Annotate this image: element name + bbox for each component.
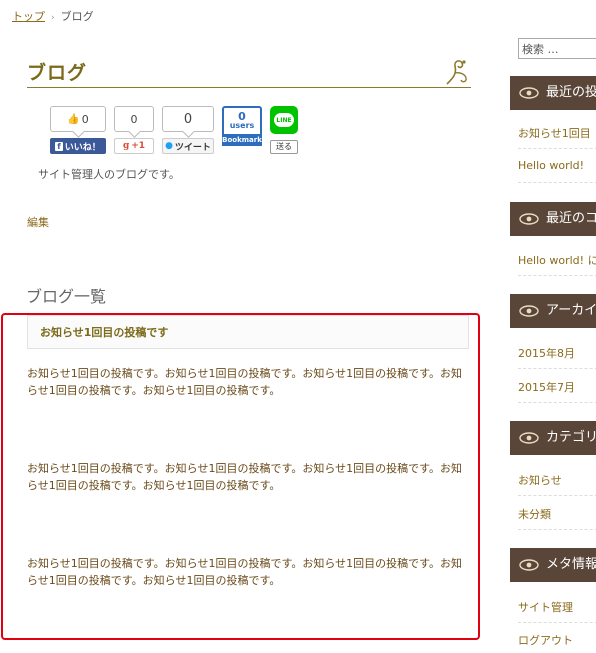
swirl-icon [519, 432, 539, 444]
line-icon[interactable]: LINE [270, 106, 298, 134]
sidebar-item-recent-comment[interactable]: Hello world! に [518, 252, 596, 276]
line-send-button[interactable]: 送る [270, 140, 298, 154]
gplus-count: 0 [114, 106, 154, 132]
facebook-like-button[interactable]: f いいね！ [50, 138, 106, 154]
search-input[interactable] [518, 38, 596, 59]
widget-header-categories: カテゴリ [510, 421, 596, 455]
post-paragraph: お知らせ1回目の投稿です。お知らせ1回目の投稿です。お知らせ1回目の投稿です。お… [27, 367, 463, 397]
post-title-bar: お知らせ1回目の投稿です [27, 315, 469, 349]
swirl-icon [519, 559, 539, 571]
breadcrumb: トップ › ブログ [12, 8, 94, 24]
page-title-bar: ブログ [27, 58, 471, 88]
gplus-icon: g [122, 141, 130, 151]
widget-header-recent-posts: 最近の投 [510, 76, 596, 110]
sidebar-item-meta[interactable]: ログアウト [518, 632, 596, 653]
facebook-icon: f [55, 141, 63, 151]
hatena-bookmark-label: Bookmark [222, 134, 262, 146]
breadcrumb-separator-icon: › [51, 13, 55, 23]
sidebar-item-recent-post[interactable]: Hello world! [518, 159, 596, 183]
sidebar-item-recent-post[interactable]: お知らせ1回目 [518, 125, 596, 149]
sidebar-item-archive[interactable]: 2015年8月 [518, 345, 596, 369]
breadcrumb-current: ブログ [60, 10, 94, 23]
facebook-like-widget: 👍 0 f いいね！ [50, 106, 106, 154]
blog-list-heading: ブログ一覧 [26, 287, 107, 306]
swirl-icon [519, 305, 539, 317]
sidebar-item-category[interactable]: お知らせ [518, 472, 596, 496]
facebook-like-count: 👍 0 [50, 106, 106, 132]
hatena-users-label: users [229, 121, 255, 130]
twitter-widget: 0 ● ツイート [162, 106, 214, 154]
post-paragraph: お知らせ1回目の投稿です。お知らせ1回目の投稿です。お知らせ1回目の投稿です。お… [27, 557, 463, 587]
hatena-bookmark-button[interactable]: 0 users Bookmark [222, 106, 262, 146]
thumbs-up-icon: 👍 [67, 113, 80, 125]
tweet-button[interactable]: ● ツイート [162, 138, 214, 154]
sidebar-item-meta[interactable]: サイト管理 [518, 599, 596, 623]
gplus-button[interactable]: g +1 [114, 138, 154, 154]
swirl-icon [519, 213, 539, 225]
widget-header-meta: メタ情報 [510, 548, 596, 582]
page-title: ブログ [27, 62, 88, 84]
post-title-link[interactable]: お知らせ1回目の投稿です [40, 326, 168, 339]
sidebar-item-category[interactable]: 未分類 [518, 506, 596, 530]
post-paragraph: お知らせ1回目の投稿です。お知らせ1回目の投稿です。お知らせ1回目の投稿です。お… [27, 462, 463, 492]
widget-header-archives: アーカイ [510, 294, 596, 328]
twitter-bird-icon: ● [165, 141, 173, 151]
tweet-count: 0 [162, 106, 214, 132]
swirl-icon [519, 87, 539, 99]
page-description: サイト管理人のブログです。 [38, 168, 180, 181]
gplus-widget: 0 g +1 [114, 106, 154, 154]
sidebar-item-archive[interactable]: 2015年7月 [518, 379, 596, 403]
widget-header-recent-comments: 最近のコ [510, 202, 596, 236]
social-share-bar: 👍 0 f いいね！ 0 g +1 0 ● ツイート 0 users Bookmark … [50, 106, 310, 158]
breadcrumb-home-link[interactable]: トップ [12, 10, 45, 23]
flourish-ornament-icon [446, 60, 467, 85]
edit-link[interactable]: 編集 [27, 214, 49, 230]
